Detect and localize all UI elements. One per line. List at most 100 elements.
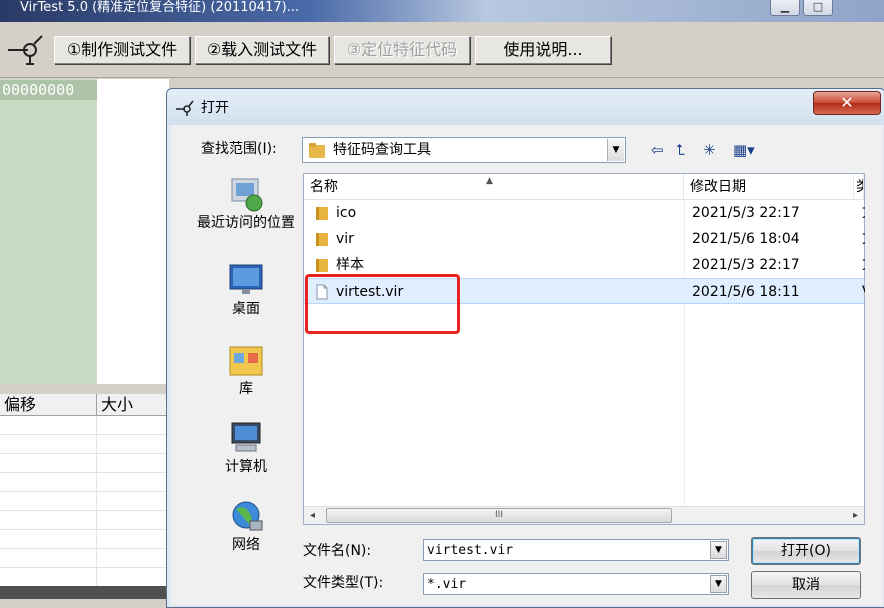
list-divider <box>96 416 97 599</box>
place-label: 桌面 <box>232 301 260 317</box>
file-name: vir <box>336 231 354 247</box>
place-recent[interactable]: 最近访问的位置 <box>191 175 301 232</box>
file-list-header: 名称 ▲ 修改日期 类 <box>304 174 864 200</box>
file-type: 文 <box>862 200 865 226</box>
pin-app-icon <box>176 100 194 116</box>
column-modified[interactable]: 修改日期 <box>684 174 854 200</box>
column-offset[interactable]: 偏移 <box>0 394 97 416</box>
place-label: 最近访问的位置 <box>197 215 295 231</box>
up-folder-icon[interactable]: ⮤ <box>676 140 685 160</box>
minimize-button[interactable]: ▁ <box>770 0 800 16</box>
list-row <box>0 435 170 454</box>
place-network[interactable]: 网络 <box>191 497 301 554</box>
column-size[interactable]: 大小 <box>97 394 170 416</box>
view-menu-icon[interactable]: ▦▾ <box>733 140 755 160</box>
new-folder-icon[interactable]: ✳ <box>703 140 716 160</box>
look-in-combo[interactable]: 特征码查询工具 ▼ <box>302 137 626 163</box>
sort-arrow-icon: ▲ <box>486 176 493 186</box>
list-row <box>0 454 170 473</box>
libraries-icon <box>229 346 263 376</box>
offset-list[interactable] <box>0 416 170 599</box>
list-row <box>0 492 170 511</box>
look-in-label: 查找范围(I): <box>201 141 277 157</box>
file-list[interactable]: 名称 ▲ 修改日期 类 ico 2021/5/3 22:17 文 vir 202… <box>303 173 865 525</box>
chevron-down-icon[interactable]: ▼ <box>607 139 624 161</box>
filename-value: virtest.vir <box>427 543 514 558</box>
folder-icon <box>316 259 328 272</box>
file-modified: 2021/5/6 18:04 <box>692 231 800 247</box>
offset-list-header: 偏移 大小 <box>0 394 170 416</box>
place-libraries[interactable]: 库 <box>191 341 301 398</box>
computer-icon <box>231 422 261 452</box>
look-in-value: 特征码查询工具 <box>333 142 431 158</box>
list-row <box>0 530 170 549</box>
file-type: 文 <box>862 226 865 252</box>
place-desktop[interactable]: 桌面 <box>191 261 301 318</box>
filetype-select[interactable]: *.vir ▼ <box>423 573 729 595</box>
dialog-titlebar: 打开 ✕ <box>167 89 884 125</box>
column-type[interactable]: 类 <box>854 174 864 200</box>
place-label: 网络 <box>232 537 260 553</box>
folder-icon <box>316 207 328 220</box>
hex-offset-value: 00000000 <box>0 80 97 100</box>
file-modified: 2021/5/3 22:17 <box>692 257 800 273</box>
scroll-right-icon[interactable]: ▸ <box>847 507 864 524</box>
desktop-icon <box>229 264 263 294</box>
file-modified: 2021/5/6 18:11 <box>692 284 800 300</box>
list-row <box>0 568 170 587</box>
scroll-grip: III <box>495 510 503 520</box>
folder-icon <box>316 233 328 246</box>
app-toolbar: ①制作测试文件 ②载入测试文件 ③定位特征代码 使用说明... <box>0 22 884 78</box>
file-type: V <box>862 279 865 305</box>
app-title: VirTest 5.0 (精准定位复合特征) (20110417)... <box>20 0 300 15</box>
places-bar: 最近访问的位置 桌面 库 计算机 网络 <box>191 173 301 605</box>
recent-places-icon <box>231 178 263 212</box>
place-label: 计算机 <box>225 459 267 475</box>
load-test-file-button[interactable]: ②载入测试文件 <box>195 36 329 64</box>
instructions-button[interactable]: 使用说明... <box>475 36 611 64</box>
make-test-file-button[interactable]: ①制作测试文件 <box>54 36 190 64</box>
dialog-body: 查找范围(I): 特征码查询工具 ▼ ⇦ ⮤ ✳ ▦▾ 最近访问的位置 桌面 库… <box>171 125 883 605</box>
scroll-thumb[interactable]: III <box>326 508 672 523</box>
locate-signature-button[interactable]: ③定位特征代码 <box>334 36 470 64</box>
folder-icon <box>309 143 325 158</box>
place-computer[interactable]: 计算机 <box>191 419 301 476</box>
column-name[interactable]: 名称 ▲ <box>304 174 684 200</box>
place-label: 库 <box>239 381 253 397</box>
file-name: ico <box>336 205 357 221</box>
highlight-annotation <box>305 274 460 334</box>
file-modified: 2021/5/3 22:17 <box>692 205 800 221</box>
file-type: 文 <box>862 252 865 278</box>
file-row[interactable]: ico 2021/5/3 22:17 文 <box>304 200 865 226</box>
open-button[interactable]: 打开(O) <box>751 537 861 565</box>
chevron-down-icon[interactable]: ▼ <box>710 575 727 593</box>
horizontal-scrollbar[interactable]: ◂ III ▸ <box>304 506 864 524</box>
preview-pane <box>97 79 169 384</box>
back-arrow-icon[interactable]: ⇦ <box>651 140 664 160</box>
column-name-label: 名称 <box>310 179 338 195</box>
filename-label: 文件名(N): <box>303 543 372 559</box>
list-row <box>0 549 170 568</box>
app-titlebar: VirTest 5.0 (精准定位复合特征) (20110417)... ▁ □ <box>0 0 884 22</box>
title-blur <box>440 0 740 20</box>
open-dialog: 打开 ✕ 查找范围(I): 特征码查询工具 ▼ ⇦ ⮤ ✳ ▦▾ 最近访问的位置… <box>166 88 884 608</box>
filename-field[interactable]: virtest.vir ▼ <box>423 539 729 561</box>
scroll-left-icon[interactable]: ◂ <box>304 507 321 524</box>
network-icon <box>232 501 263 531</box>
cancel-button[interactable]: 取消 <box>751 571 861 599</box>
list-row <box>0 416 170 435</box>
close-icon: ✕ <box>840 93 854 112</box>
pin-logo-icon <box>8 35 43 65</box>
filetype-label: 文件类型(T): <box>303 575 384 591</box>
taskbar-strip <box>0 586 170 599</box>
list-row <box>0 511 170 530</box>
chevron-down-icon[interactable]: ▼ <box>710 541 727 559</box>
filetype-value: *.vir <box>427 577 467 592</box>
hex-pane[interactable]: 00000000 <box>0 79 97 384</box>
close-button[interactable]: ✕ <box>813 91 881 115</box>
splitter[interactable] <box>0 384 170 394</box>
file-row[interactable]: vir 2021/5/6 18:04 文 <box>304 226 865 252</box>
dialog-title: 打开 <box>201 100 229 116</box>
maximize-button[interactable]: □ <box>803 0 833 16</box>
list-row <box>0 473 170 492</box>
